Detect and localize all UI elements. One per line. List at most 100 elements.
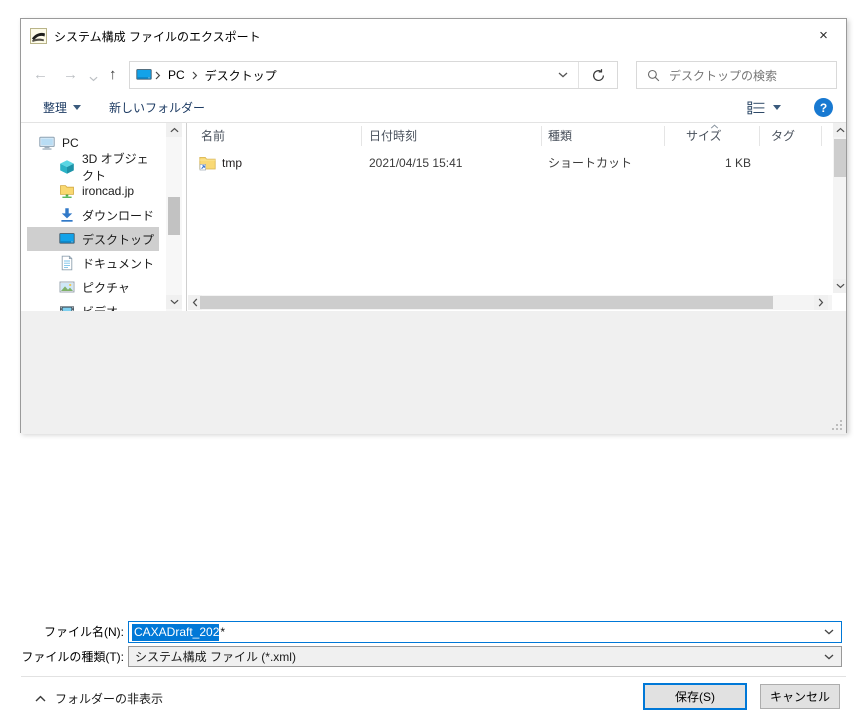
filetype-value: システム構成 ファイル (*.xml) bbox=[135, 650, 296, 664]
sidebar-item-pictures[interactable]: ピクチャ bbox=[27, 275, 159, 299]
pane-splitter[interactable] bbox=[186, 123, 187, 311]
close-button[interactable]: × bbox=[801, 19, 846, 51]
filename-selected-text: CAXADraft_202 bbox=[132, 623, 220, 641]
breadcrumb-separator-icon bbox=[192, 71, 198, 80]
file-list: 名前 日付時刻 種類 サイズ タグ tmp 2021/04/15 15:41 シ… bbox=[188, 123, 846, 311]
list-horizontal-scrollbar[interactable] bbox=[188, 295, 832, 310]
forward-button[interactable]: → bbox=[63, 67, 78, 83]
dialog-content: PC 3D オブジェクト ironcad.jp ダウンロード デスクトップ ドキ… bbox=[21, 123, 846, 311]
pictures-icon bbox=[59, 279, 75, 295]
scroll-down-icon[interactable] bbox=[833, 279, 846, 293]
3d-objects-icon bbox=[59, 159, 75, 175]
file-size: 1 KB bbox=[724, 156, 751, 170]
chevron-up-icon bbox=[35, 695, 46, 702]
column-divider[interactable] bbox=[361, 126, 362, 146]
scroll-up-icon[interactable] bbox=[166, 123, 182, 137]
breadcrumb-pc[interactable]: PC bbox=[164, 68, 189, 82]
app-icon bbox=[30, 28, 47, 44]
view-options-button[interactable] bbox=[747, 93, 781, 122]
desktop-icon bbox=[136, 67, 152, 83]
export-dialog-window: システム構成 ファイルのエクスポート × ← → ↑ PC デスクトップ デスク… bbox=[20, 18, 847, 710]
column-divider[interactable] bbox=[821, 126, 822, 146]
column-divider[interactable] bbox=[759, 126, 760, 146]
sidebar-item-label: ダウンロード bbox=[82, 208, 155, 223]
back-button[interactable]: ← bbox=[33, 67, 48, 83]
details-view-icon bbox=[747, 101, 766, 115]
resize-grip[interactable] bbox=[832, 420, 843, 431]
sidebar-item-videos[interactable]: ビデオ bbox=[27, 299, 159, 311]
search-icon bbox=[647, 69, 660, 82]
desktop-icon bbox=[59, 231, 75, 247]
scroll-up-icon[interactable] bbox=[833, 123, 846, 137]
sidebar-item-label: ビデオ bbox=[82, 303, 118, 312]
caret-down-icon bbox=[73, 105, 82, 110]
sidebar-scrollbar[interactable] bbox=[166, 123, 182, 311]
scroll-right-icon[interactable] bbox=[814, 295, 828, 310]
new-folder-label: 新しいフォルダー bbox=[109, 101, 206, 115]
command-bar: 整理 新しいフォルダー ? bbox=[21, 93, 846, 123]
column-header-tag[interactable]: タグ bbox=[771, 123, 795, 149]
address-dropdown-icon[interactable] bbox=[558, 72, 568, 78]
filetype-label: ファイルの種類(T): bbox=[21, 650, 124, 664]
breadcrumb-desktop[interactable]: デスクトップ bbox=[201, 67, 281, 84]
chevron-down-icon[interactable] bbox=[824, 654, 834, 660]
scrollbar-thumb[interactable] bbox=[200, 296, 773, 309]
search-box[interactable]: デスクトップの検索 bbox=[636, 61, 837, 89]
scrollbar-thumb[interactable] bbox=[168, 197, 180, 235]
folder-shortcut-icon bbox=[199, 155, 216, 171]
pc-icon bbox=[39, 135, 55, 151]
column-header-date[interactable]: 日付時刻 bbox=[369, 123, 417, 149]
navigation-pane: PC 3D オブジェクト ironcad.jp ダウンロード デスクトップ ドキ… bbox=[21, 123, 166, 311]
sidebar-item-desktop[interactable]: デスクトップ bbox=[27, 227, 159, 251]
organize-label: 整理 bbox=[43, 101, 68, 115]
documents-icon bbox=[59, 255, 75, 271]
network-folder-icon bbox=[59, 183, 75, 199]
filename-input[interactable]: CAXADraft_202 * bbox=[128, 621, 842, 643]
footer-divider bbox=[21, 676, 846, 677]
column-header-type[interactable]: 種類 bbox=[548, 123, 572, 149]
title-bar: システム構成 ファイルのエクスポート × bbox=[21, 19, 846, 53]
organize-menu-button[interactable]: 整理 bbox=[43, 93, 82, 122]
history-dropdown-icon[interactable] bbox=[89, 70, 98, 86]
scrollbar-thumb[interactable] bbox=[834, 139, 846, 177]
caret-down-icon bbox=[773, 105, 781, 110]
file-row-tmp[interactable]: tmp 2021/04/15 15:41 ショートカット 1 KB bbox=[188, 151, 828, 175]
file-type: ショートカット bbox=[548, 156, 633, 170]
help-button[interactable]: ? bbox=[814, 98, 833, 117]
chevron-down-icon[interactable] bbox=[824, 629, 834, 635]
filename-suffix: * bbox=[220, 625, 226, 639]
sidebar-item-downloads[interactable]: ダウンロード bbox=[27, 203, 159, 227]
sidebar-item-documents[interactable]: ドキュメント bbox=[27, 251, 159, 275]
downloads-icon bbox=[59, 207, 75, 223]
column-header-name[interactable]: 名前 bbox=[201, 123, 225, 149]
videos-icon bbox=[59, 303, 75, 311]
scroll-down-icon[interactable] bbox=[166, 295, 182, 309]
hide-folders-button[interactable]: フォルダーの非表示 bbox=[35, 685, 163, 711]
file-date: 2021/04/15 15:41 bbox=[369, 156, 463, 170]
search-placeholder: デスクトップの検索 bbox=[669, 68, 778, 83]
hide-folders-label: フォルダーの非表示 bbox=[55, 691, 164, 706]
breadcrumb-separator-icon bbox=[155, 71, 161, 80]
up-button[interactable]: ↑ bbox=[109, 67, 117, 83]
save-button[interactable]: 保存(S) bbox=[643, 683, 747, 710]
window-title: システム構成 ファイルのエクスポート bbox=[54, 29, 261, 44]
cancel-button[interactable]: キャンセル bbox=[760, 684, 840, 709]
sidebar-item-label: ドキュメント bbox=[82, 256, 155, 271]
refresh-button[interactable] bbox=[579, 62, 617, 88]
address-bar[interactable]: PC デスクトップ bbox=[129, 61, 618, 89]
sidebar-item-3d-objects[interactable]: 3D オブジェクト bbox=[27, 152, 159, 183]
new-folder-button[interactable]: 新しいフォルダー bbox=[109, 93, 205, 122]
list-vertical-scrollbar[interactable] bbox=[833, 123, 846, 293]
column-divider[interactable] bbox=[541, 126, 542, 146]
sidebar-item-label: ピクチャ bbox=[82, 280, 130, 295]
file-name: tmp bbox=[222, 156, 243, 170]
sort-indicator-icon bbox=[710, 124, 719, 129]
dialog-footer: ファイル名(N): CAXADraft_202 * ファイルの種類(T): シス… bbox=[21, 311, 846, 710]
sidebar-item-ironcad[interactable]: ironcad.jp bbox=[27, 179, 159, 203]
sidebar-item-label: PC bbox=[62, 136, 79, 150]
sidebar-item-label: デスクトップ bbox=[82, 232, 155, 247]
filetype-select[interactable]: システム構成 ファイル (*.xml) bbox=[128, 646, 842, 667]
filename-label: ファイル名(N): bbox=[44, 625, 124, 639]
column-divider[interactable] bbox=[664, 126, 665, 146]
sidebar-item-label: ironcad.jp bbox=[82, 184, 135, 198]
